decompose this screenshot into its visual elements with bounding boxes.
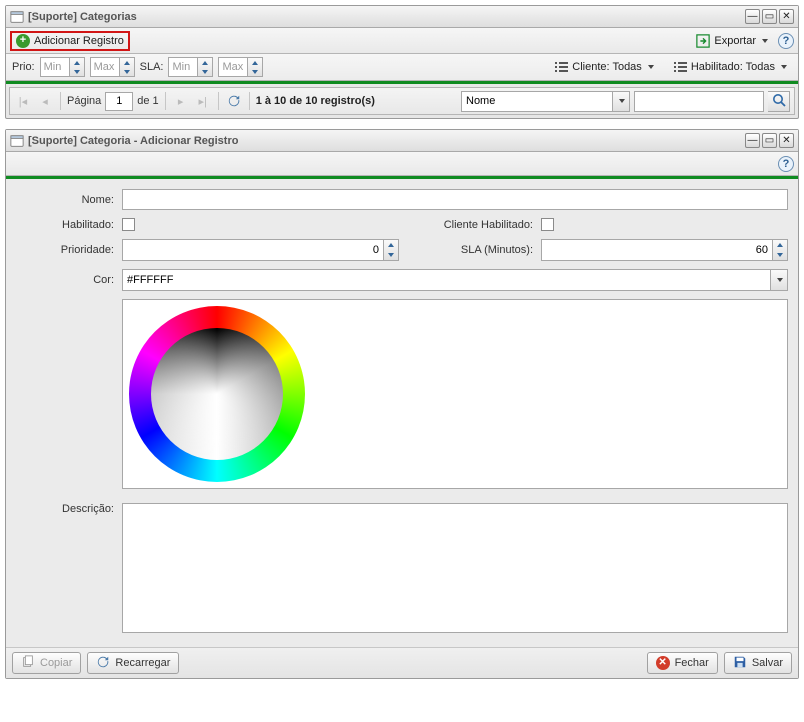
descricao-textarea[interactable] [122,503,788,633]
combo-trigger[interactable] [771,269,788,291]
panel2-header: [Suporte] Categoria - Adicionar Registro… [6,130,798,152]
add-record-label: Adicionar Registro [34,35,124,47]
page-of-label: de 1 [137,95,158,107]
copiar-label: Copiar [40,657,72,669]
filter-cliente[interactable]: Cliente: Todas [550,58,659,76]
color-wheel-inner[interactable] [151,328,283,460]
export-button[interactable]: Exportar [692,32,772,50]
cor-field[interactable] [122,269,771,291]
chevron-down-icon [762,39,768,43]
cliente-habilitado-checkbox[interactable] [541,218,554,231]
list-icon [674,62,687,73]
sla-label: SLA: [140,61,164,73]
prio-max-field[interactable] [90,57,120,77]
chevron-down-icon [648,65,654,69]
minimize-button[interactable]: — [745,9,760,24]
label-sla: SLA (Minutos): [405,244,535,256]
search-icon [771,92,787,111]
categorias-panel: [Suporte] Categorias — ▭ ✕ + Adicionar R… [5,5,799,119]
color-picker[interactable] [122,299,788,489]
maximize-button[interactable]: ▭ [762,133,777,148]
prio-min-input[interactable] [40,57,85,77]
combo-trigger[interactable] [612,92,629,111]
plus-icon: + [16,34,30,48]
sla-input[interactable] [541,239,788,261]
page-prev-button[interactable]: ◂ [36,92,54,110]
close-button[interactable]: ✕ [779,133,794,148]
label-nome: Nome: [16,194,116,206]
list-icon [555,62,568,73]
help-button[interactable]: ? [778,33,794,49]
copy-icon [21,655,35,672]
nome-input[interactable] [122,189,788,210]
fechar-label: Fechar [675,657,709,669]
search-input[interactable] [634,91,764,112]
prio-label: Prio: [12,61,35,73]
prioridade-field[interactable] [122,239,383,261]
search-field-value[interactable] [462,92,612,111]
prio-min-field[interactable] [40,57,70,77]
salvar-label: Salvar [752,657,783,669]
sla-max-field[interactable] [218,57,248,77]
export-icon [696,34,710,48]
filter-cliente-label: Cliente: Todas [572,61,642,73]
add-record-button[interactable]: + Adicionar Registro [10,31,130,51]
filter-habilitado-label: Habilitado: Todas [691,61,775,73]
form-body: Nome: Habilitado: Cliente Habilitado: Pr… [6,179,798,647]
minimize-button[interactable]: — [745,133,760,148]
refresh-button[interactable] [225,92,243,110]
page-first-button[interactable]: |◂ [14,92,32,110]
export-label: Exportar [714,35,756,47]
salvar-button[interactable]: Salvar [724,652,792,674]
toolbar-main: + Adicionar Registro Exportar ? [6,28,798,54]
sla-min-input[interactable] [168,57,213,77]
panel2-toolbar: ? [6,152,798,176]
close-button[interactable]: ✕ [779,9,794,24]
fechar-button[interactable]: ✕ Fechar [647,652,718,674]
recarregar-button[interactable]: Recarregar [87,652,179,674]
label-habilitado: Habilitado: [16,219,116,231]
panel2-title-text: [Suporte] Categoria - Adicionar Registro [28,135,238,147]
prio-max-input[interactable] [90,57,135,77]
maximize-button[interactable]: ▭ [762,9,777,24]
label-cliente-habilitado: Cliente Habilitado: [405,219,535,231]
window-icon [10,134,24,148]
page-last-button[interactable]: ▸| [194,92,212,110]
recarregar-label: Recarregar [115,657,170,669]
categoria-form-panel: [Suporte] Categoria - Adicionar Registro… [5,129,799,679]
copiar-button[interactable]: Copiar [12,652,81,674]
chevron-down-icon [781,65,787,69]
window-icon [10,10,24,24]
separator-line [6,81,798,84]
page-input[interactable] [105,92,133,111]
help-button[interactable]: ? [778,156,794,172]
panel-header: [Suporte] Categorias — ▭ ✕ [6,6,798,28]
sla-min-field[interactable] [168,57,198,77]
filter-habilitado[interactable]: Habilitado: Todas [669,58,792,76]
paging-bar: |◂ ◂ Página de 1 ▸ ▸| 1 à 10 de 10 regis… [9,87,795,115]
page-next-button[interactable]: ▸ [172,92,190,110]
label-prioridade: Prioridade: [16,244,116,256]
toolbar-filters: Prio: SLA: Cliente: Todas Habil [6,54,798,81]
paging-summary: 1 à 10 de 10 registro(s) [256,95,375,107]
page-label: Página [67,95,101,107]
reload-icon [96,655,110,672]
close-icon: ✕ [656,656,670,670]
search-field-combo[interactable] [461,91,630,112]
label-descricao: Descrição: [16,503,116,515]
save-icon [733,655,747,672]
search-button[interactable] [768,91,790,112]
bottom-bar: Copiar Recarregar ✕ Fechar Salvar [6,647,798,678]
prioridade-input[interactable] [122,239,399,261]
habilitado-checkbox[interactable] [122,218,135,231]
panel-title-text: [Suporte] Categorias [28,11,137,23]
color-wheel[interactable] [129,306,305,482]
label-cor: Cor: [16,274,116,286]
sla-field[interactable] [541,239,772,261]
sla-max-input[interactable] [218,57,263,77]
cor-combo[interactable] [122,269,788,291]
